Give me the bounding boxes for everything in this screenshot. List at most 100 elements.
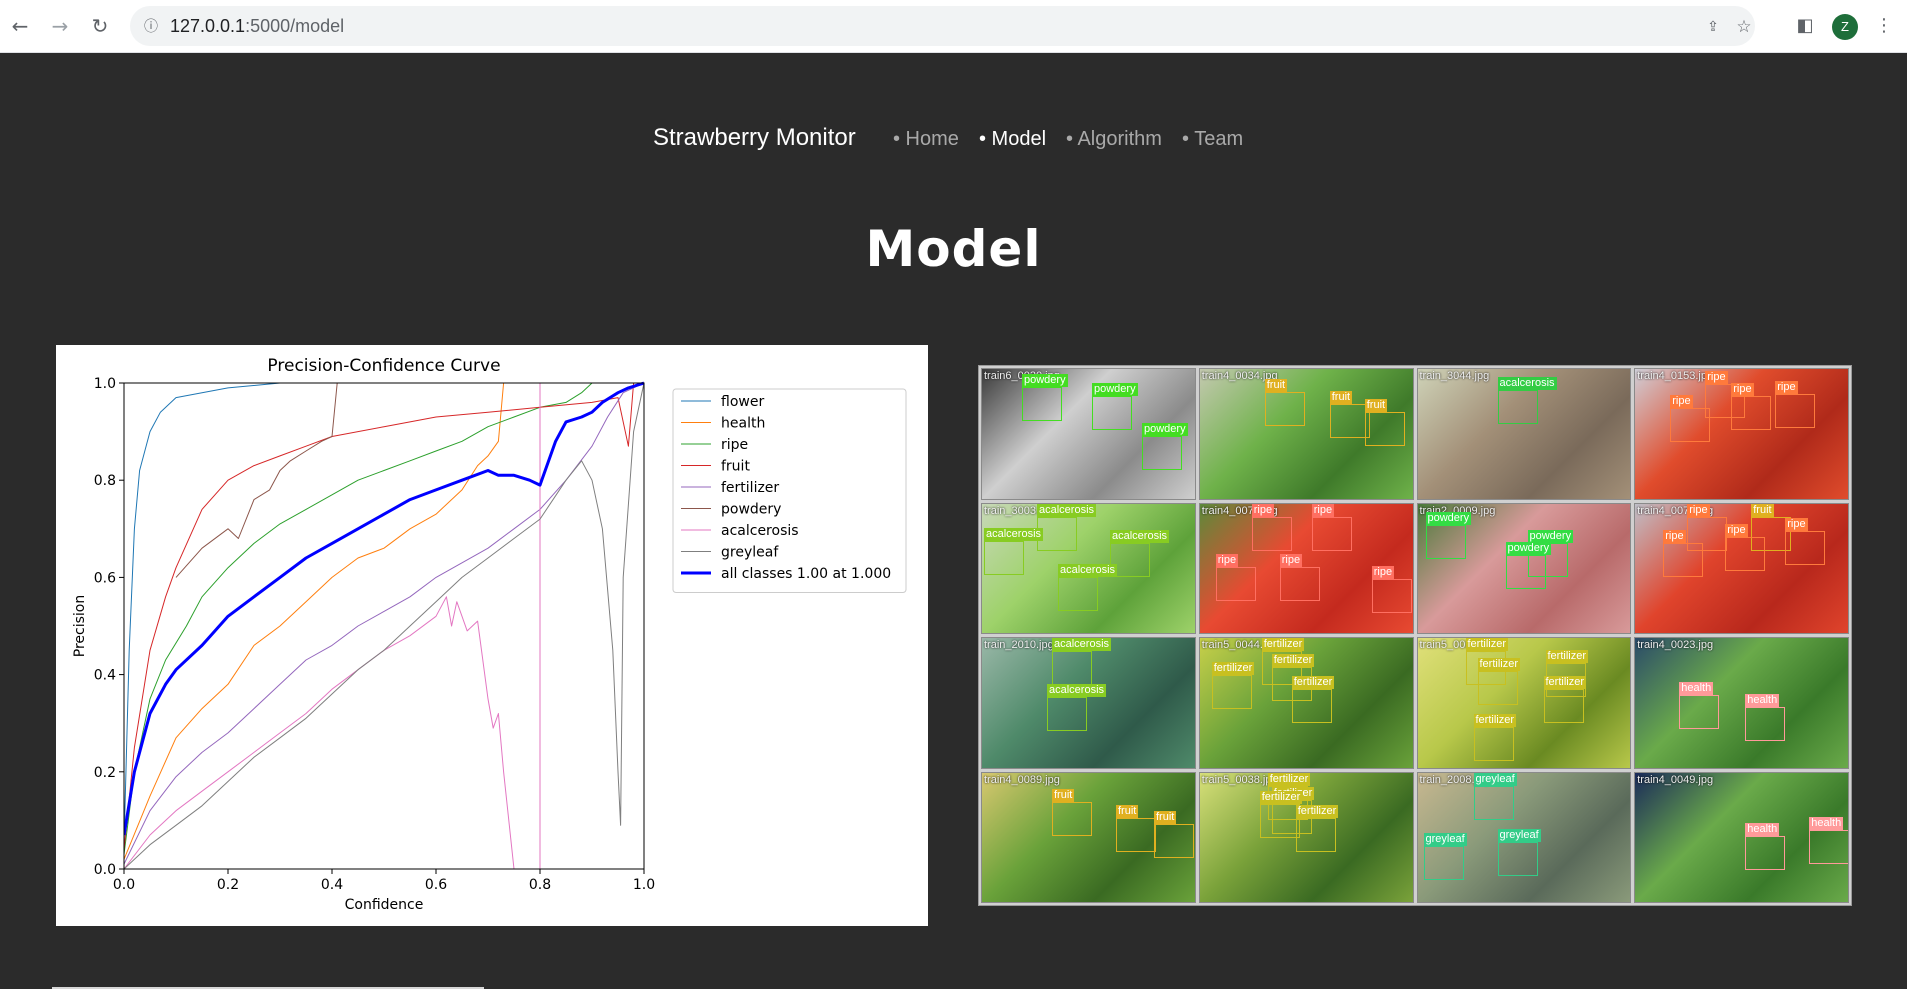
- detection-label: fertilizer: [1473, 714, 1517, 727]
- detection-tile: train4_0023.jpg health health: [1634, 637, 1849, 769]
- detection-label: fruit: [1751, 503, 1774, 517]
- detection-label: powdery: [1425, 511, 1472, 525]
- chart-svg: Precision-Confidence Curve 0.0 0.2 0.4 0.6 0.…: [72, 356, 907, 913]
- detection-tile: train4_0049.jpg health health: [1634, 771, 1849, 903]
- y-tick-label: 0.8: [94, 473, 116, 489]
- detection-box: [1052, 651, 1092, 685]
- y-tick-label: 0.4: [94, 668, 116, 684]
- x-tick-label: 0.6: [425, 877, 447, 893]
- detection-label: ripe: [1731, 383, 1754, 396]
- forward-icon[interactable]: →: [48, 14, 72, 38]
- side-panel-icon[interactable]: ◧: [1793, 14, 1817, 38]
- detection-label: fruit: [1329, 391, 1353, 404]
- detection-box: [1785, 530, 1826, 565]
- legend-label: flower: [721, 394, 764, 410]
- y-tick-label: 1.0: [94, 376, 116, 392]
- detection-box: [1775, 394, 1816, 428]
- detection-label: fertilizer: [1291, 676, 1335, 689]
- detection-label: fruit: [1052, 788, 1075, 802]
- nav-home[interactable]: • Home: [893, 128, 959, 151]
- detection-box: [1251, 516, 1292, 551]
- series-line-all: [124, 381, 644, 836]
- precision-confidence-chart: Precision-Confidence Curve 0.0 0.2 0.4 0.6 0.…: [56, 345, 928, 926]
- detection-box: [1425, 524, 1466, 559]
- detection-label: greyleaf: [1473, 772, 1517, 786]
- browser-toolbar: ← → ↻ ⓘ 127.0.0.1:5000/model ⇪ ☆ ◧ Z ⋮: [0, 0, 1907, 53]
- detection-label: greyleaf: [1423, 832, 1467, 846]
- detection-tile: train4_0089.jpg fruit fruit fruit: [981, 771, 1196, 903]
- detection-tile: train4_0072.jpg ripe fruit ripe ripe ripe: [1634, 502, 1849, 634]
- site-navbar: Strawberry Monitor • Home • Model • Algo…: [0, 124, 1907, 154]
- legend-label: ripe: [721, 437, 748, 453]
- y-tick-label: 0.2: [94, 765, 116, 781]
- detection-box: [1679, 695, 1720, 729]
- detection-box: [1543, 689, 1584, 723]
- detection-label: ripe: [1725, 523, 1748, 537]
- address-bar[interactable]: ⓘ 127.0.0.1:5000/model ⇪ ☆: [130, 6, 1755, 46]
- detection-box: [1215, 566, 1256, 601]
- reload-icon[interactable]: ↻: [88, 14, 112, 38]
- detection-box: [1477, 671, 1518, 705]
- site-info-icon[interactable]: ⓘ: [142, 18, 160, 36]
- detection-label: fertilizer: [1543, 676, 1587, 689]
- detection-label: health: [1679, 682, 1714, 695]
- tile-filename: train4_0153.jpg: [1637, 370, 1714, 382]
- detection-box: [1116, 817, 1156, 852]
- url-text[interactable]: 127.0.0.1:5000/model: [170, 16, 344, 37]
- share-icon[interactable]: ⇪: [1704, 18, 1722, 36]
- x-tick-label: 1.0: [633, 877, 655, 893]
- legend-label: all classes 1.00 at 1.000: [721, 566, 891, 582]
- detection-tile: train_3044.jpg acalcerosis: [1416, 368, 1632, 500]
- legend-label: acalcerosis: [721, 523, 799, 539]
- detection-box: [1364, 412, 1405, 446]
- detection-tile: train4_0153.jpg ripe ripe ripe ripe: [1634, 368, 1849, 500]
- bookmark-star-icon[interactable]: ☆: [1735, 18, 1753, 36]
- detection-box: [1058, 576, 1098, 611]
- detection-label: greyleaf: [1497, 828, 1541, 842]
- url-path: :5000/model: [245, 16, 345, 36]
- tile-filename: train4_0049.jpg: [1637, 773, 1714, 786]
- detection-label: powdery: [1505, 541, 1552, 555]
- legend-label: fertilizer: [721, 480, 779, 496]
- detection-label: fruit: [1154, 810, 1177, 824]
- back-icon[interactable]: ←: [8, 14, 32, 38]
- detection-box: [1663, 542, 1704, 577]
- plot-frame: [123, 382, 645, 870]
- detection-label: ripe: [1311, 503, 1335, 517]
- detection-box: [1047, 697, 1087, 731]
- detection-box: [1052, 801, 1092, 836]
- detection-label: powdery: [1022, 374, 1068, 387]
- detection-gallery: train6_0030.jpgpowderypowderypowderytrai…: [978, 365, 1852, 906]
- page-title: Model: [865, 220, 1042, 278]
- detection-tile: train_2008.jpg greyleaf greyleaf greyleaf: [1416, 771, 1632, 903]
- detection-box: [1731, 396, 1772, 430]
- site-brand[interactable]: Strawberry Monitor: [653, 124, 856, 152]
- nav-model[interactable]: • Model: [979, 128, 1046, 151]
- profile-avatar[interactable]: Z: [1832, 14, 1858, 40]
- detection-box: [1473, 727, 1514, 761]
- y-axis-label: Precision: [72, 595, 88, 657]
- detection-label: health: [1809, 816, 1844, 830]
- detection-box: [1809, 829, 1849, 864]
- detection-box: [1092, 396, 1132, 430]
- detection-label: fruit: [1264, 379, 1288, 392]
- detection-tile: train5_0044.jpg fertilizer fertilizer ferti…: [1198, 637, 1414, 769]
- detection-box: [1497, 390, 1538, 424]
- x-tick-label: 0.4: [321, 877, 343, 893]
- detection-label: fertilizer: [1477, 658, 1521, 671]
- detection-label: acalcerosis: [1058, 563, 1118, 577]
- detection-box: [1142, 436, 1182, 470]
- detection-label: acalcerosis: [1047, 684, 1107, 697]
- detection-label: powdery: [1142, 423, 1188, 436]
- nav-algorithm[interactable]: • Algorithm: [1066, 128, 1162, 151]
- detection-tile: train4_0077.jpg ripe ripe ripe ripe ripe: [1198, 502, 1414, 634]
- detection-box: [1505, 554, 1546, 589]
- detection-label: fertilizer: [1259, 790, 1303, 804]
- detection-box: [1311, 516, 1352, 551]
- detection-label: ripe: [1663, 529, 1686, 543]
- nav-team[interactable]: • Team: [1182, 128, 1243, 151]
- detection-box: [1295, 817, 1336, 852]
- menu-kebab-icon[interactable]: ⋮: [1872, 14, 1896, 38]
- tile-filename: train4_0089.jpg: [984, 773, 1060, 786]
- detection-label: fertilizer: [1267, 772, 1311, 786]
